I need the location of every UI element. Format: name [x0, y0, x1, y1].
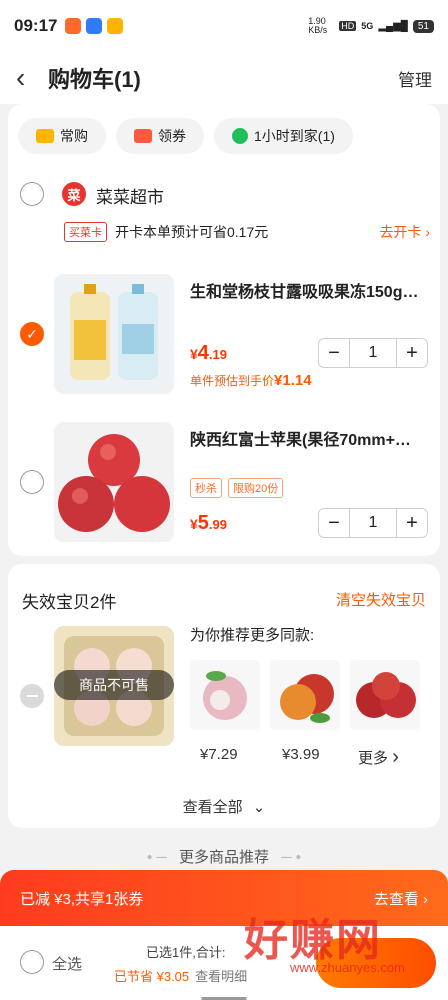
saved-amount: 已节省 ¥3.05 查看明细 — [114, 966, 247, 985]
view-all-button[interactable]: 查看全部 ⌄ — [8, 796, 440, 817]
chevron-down-icon: ⌄ — [252, 799, 266, 816]
filter-coupon[interactable]: 领券 — [116, 118, 204, 154]
product-image[interactable] — [54, 422, 174, 542]
manage-button[interactable]: 管理 — [398, 66, 432, 91]
recommend-item-image[interactable] — [270, 660, 340, 730]
increase-button[interactable]: + — [397, 342, 427, 365]
limit-tag: 限购20份 — [228, 478, 284, 498]
view-coupon-link[interactable]: 去查看 › — [374, 888, 428, 909]
signal-icon: ▂▄▆█ — [378, 20, 408, 32]
dots-icon: • ─ — [146, 849, 167, 866]
quantity-stepper: − 1 + — [318, 508, 428, 538]
selected-summary: 已选1件,合计: — [146, 945, 226, 960]
cart-item: ✓ 生和堂杨枝甘露吸吸果冻150g… ¥4.19 单件预估到手价¥1.14 − … — [8, 274, 440, 396]
cart-card: 常购 领券 1小时到家(1) 菜 菜菜超市 买菜卡 开卡本单预计可省0.17元 … — [8, 104, 440, 556]
recommend-item-image[interactable] — [190, 660, 260, 730]
increase-button[interactable]: + — [397, 512, 427, 535]
filter-frequent[interactable]: 常购 — [18, 118, 106, 154]
net-speed: 1.90 KB/s — [308, 16, 328, 35]
product-image[interactable] — [54, 274, 174, 394]
store-name[interactable]: 菜菜超市 — [96, 183, 164, 208]
invalid-items-card: 失效宝贝2件 清空失效宝贝 商品不可售 为你推荐更多同款: ¥7.29 ¥3.9… — [8, 564, 440, 828]
notification-app-icon — [107, 18, 124, 34]
saved-text: 已节省 ¥3.05 — [114, 969, 190, 984]
decrease-button[interactable]: − — [319, 342, 349, 365]
coupon-bar-text: 已减 ¥3,共享1张券 — [20, 890, 144, 908]
invalid-title: 失效宝贝2件 — [22, 593, 117, 612]
quantity-value[interactable]: 1 — [349, 339, 397, 367]
coupon-bar[interactable]: 已减 ¥3,共享1张券 去查看 › — [0, 870, 448, 926]
unavailable-badge: 商品不可售 — [54, 670, 174, 700]
filter-label: 领券 — [158, 128, 186, 144]
view-detail-link[interactable]: 查看明细 — [195, 969, 247, 984]
notification-app-icon — [86, 18, 103, 34]
open-card-link[interactable]: 去开卡 › — [379, 222, 430, 242]
filter-one-hour[interactable]: 1小时到家(1) — [214, 118, 353, 154]
store-logo-icon: 菜 — [62, 182, 86, 206]
page-title: 购物车(1) — [48, 67, 141, 92]
recommend-price: ¥7.29 — [200, 746, 238, 763]
recommend-title: 为你推荐更多同款: — [190, 627, 315, 644]
decrease-button[interactable]: − — [319, 512, 349, 535]
store-checkbox[interactable] — [20, 182, 44, 206]
nav-header: ‹ 购物车(1) 管理 — [0, 52, 448, 104]
select-all-checkbox[interactable] — [20, 950, 44, 974]
clear-invalid-button[interactable]: 清空失效宝贝 — [336, 589, 426, 610]
more-recommend-title: 更多商品推荐 — [178, 849, 269, 866]
filter-label: 1小时到家(1) — [254, 128, 335, 144]
store-row: 菜 菜菜超市 — [8, 174, 440, 214]
item-checkbox-checked[interactable]: ✓ — [20, 322, 44, 346]
promo-text: 开卡本单预计可省0.17元 — [115, 224, 269, 240]
item-checkbox[interactable] — [20, 470, 44, 494]
more-label: 更多 — [358, 750, 389, 767]
quantity-value[interactable]: 1 — [349, 509, 397, 537]
notification-app-icon — [65, 18, 82, 34]
chevron-right-icon: › — [392, 746, 399, 768]
more-recommend-link[interactable]: 更多 › — [358, 746, 399, 769]
dots-icon: ─ • — [281, 849, 302, 866]
recommend-item-image[interactable] — [350, 660, 420, 730]
filter-label: 常购 — [60, 128, 88, 144]
view-all-label: 查看全部 — [182, 799, 243, 816]
back-arrow-icon[interactable]: ‹ — [16, 62, 46, 94]
cart-item: 陕西红富士苹果(果径70mm+… 秒杀 限购20份 ¥5.99 − 1 + — [8, 422, 440, 544]
checkout-button[interactable] — [316, 938, 436, 988]
coupon-icon — [134, 129, 152, 143]
quantity-stepper: − 1 + — [318, 338, 428, 368]
more-recommend-divider: • ─ 更多商品推荐 ─ • — [0, 846, 448, 867]
battery-icon: 51 — [412, 19, 434, 33]
estimated-price: 单件预估到手价¥1.14 — [190, 372, 312, 389]
recommend-price: ¥3.99 — [282, 746, 320, 763]
product-price: ¥4.19 — [190, 342, 227, 364]
checkout-footer: 全选 已选1件,合计: 已节省 ¥3.05 查看明细 — [0, 926, 448, 1000]
select-all-label[interactable]: 全选 — [52, 953, 82, 974]
flash-sale-tag: 秒杀 — [190, 478, 222, 498]
disabled-checkbox — [20, 684, 44, 708]
product-tags: 秒杀 限购20份 — [190, 478, 284, 498]
filter-pills: 常购 领券 1小时到家(1) — [8, 104, 440, 168]
bolt-icon — [232, 128, 248, 144]
card-tag: 买菜卡 — [64, 222, 107, 242]
signal-label: 5G — [361, 21, 374, 31]
status-bar: 09:17 1.90 KB/s HD 5G ▂▄▆█ 51 — [0, 0, 448, 52]
product-name[interactable]: 生和堂杨枝甘露吸吸果冻150g… — [190, 278, 430, 302]
product-name[interactable]: 陕西红富士苹果(果径70mm+… — [190, 426, 430, 450]
status-time: 09:17 — [14, 16, 58, 35]
hd-indicator: HD — [339, 21, 357, 31]
card-promo-row: 买菜卡 开卡本单预计可省0.17元 去开卡 › — [64, 222, 430, 242]
product-price: ¥5.99 — [190, 512, 227, 534]
cart-icon — [36, 129, 54, 143]
